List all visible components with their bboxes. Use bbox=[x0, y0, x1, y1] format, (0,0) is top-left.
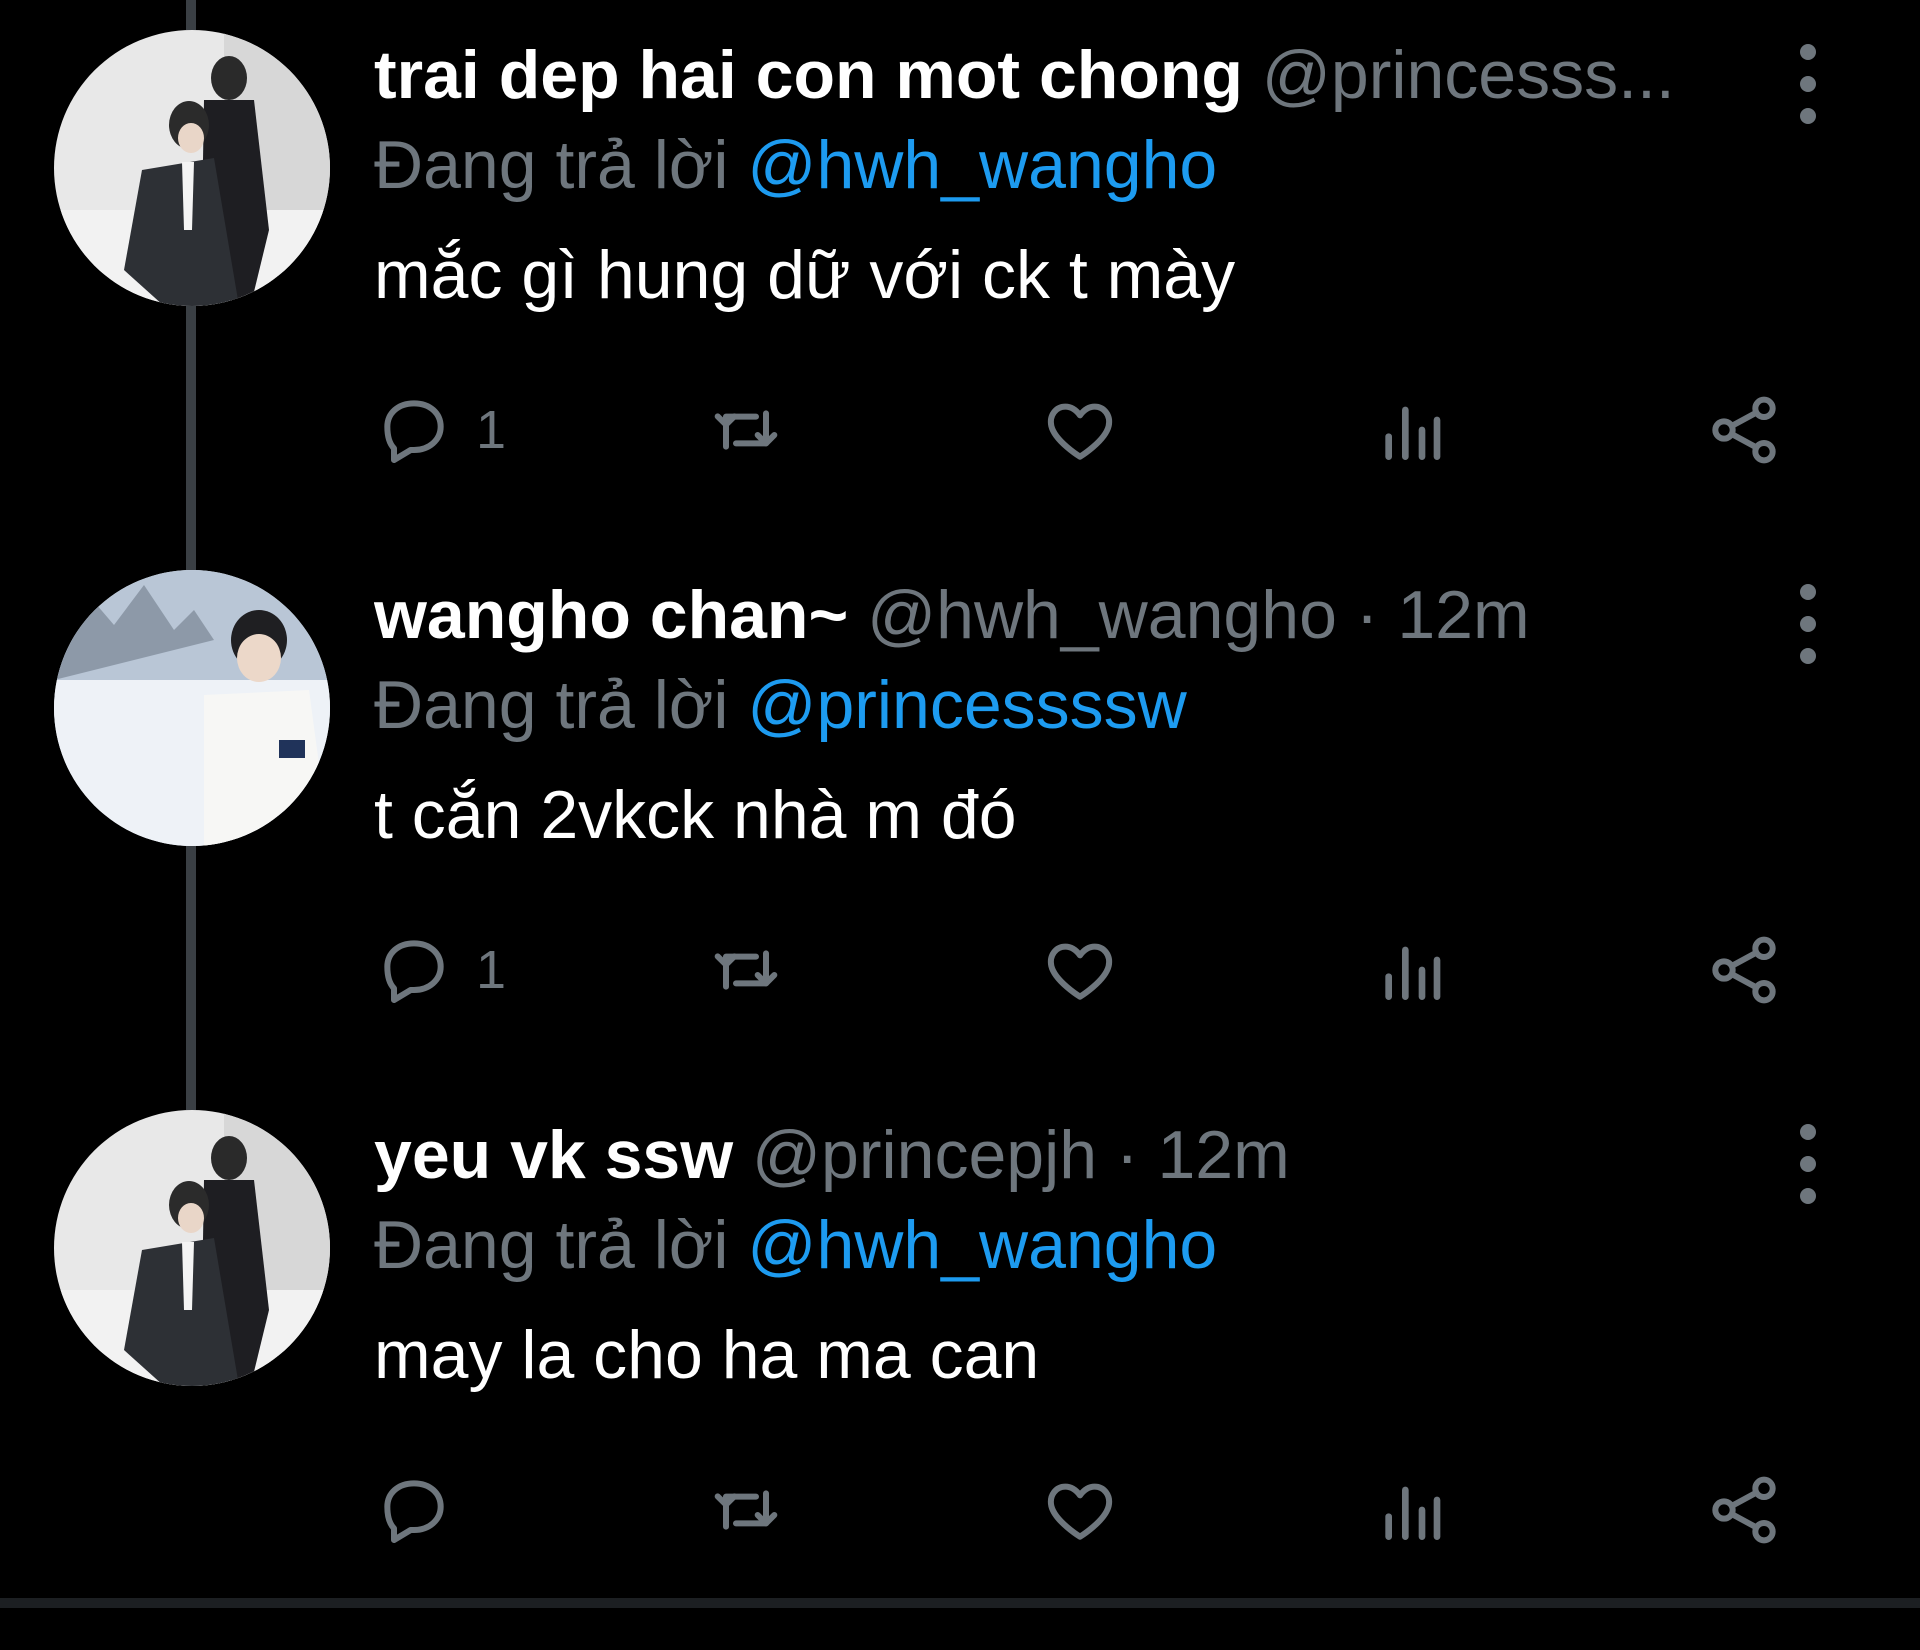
tweet-actions: 1 bbox=[374, 380, 1794, 480]
replying-to-handle[interactable]: @princessssw bbox=[747, 667, 1186, 743]
retweet-icon bbox=[714, 1490, 778, 1530]
reply-icon bbox=[384, 940, 444, 1003]
retweet-button[interactable] bbox=[706, 1460, 786, 1560]
tweet-header: yeu vk ssw @princepjh · 12m bbox=[374, 1110, 1740, 1200]
avatar[interactable] bbox=[54, 1110, 330, 1386]
replying-to-label: Đang trả lời bbox=[374, 667, 729, 743]
like-icon bbox=[1047, 943, 1113, 1000]
tweet-header: wangho chan~ @hwh_wangho · 12m bbox=[374, 570, 1740, 660]
tweet-text: t cắn 2vkck nhà m đó bbox=[374, 777, 1017, 853]
replying-to-handle[interactable]: @hwh_wangho bbox=[747, 127, 1217, 203]
like-icon bbox=[1047, 403, 1113, 460]
like-icon bbox=[1047, 1483, 1113, 1540]
reply-button[interactable]: 1 bbox=[374, 920, 506, 1020]
retweet-icon bbox=[714, 950, 778, 990]
handle[interactable]: @hwh_wangho bbox=[867, 577, 1337, 653]
replying-to-label: Đang trả lời bbox=[374, 127, 729, 203]
share-icon bbox=[1712, 1476, 1776, 1544]
thread-line-top bbox=[186, 0, 196, 30]
more-options-icon[interactable] bbox=[1780, 44, 1836, 124]
retweet-icon bbox=[714, 410, 778, 450]
tweet[interactable]: yeu vk ssw @princepjh · 12m Đang trả lời… bbox=[0, 1110, 1920, 1650]
replying-to-label: Đang trả lời bbox=[374, 1207, 729, 1283]
share-button[interactable] bbox=[1704, 1460, 1784, 1560]
replying-to: Đang trả lời @hwh_wangho bbox=[374, 120, 1217, 210]
retweet-button[interactable] bbox=[706, 380, 786, 480]
avatar[interactable] bbox=[54, 30, 330, 306]
views-icon bbox=[1385, 1486, 1441, 1540]
tweet[interactable]: wangho chan~ @hwh_wangho · 12m Đang trả … bbox=[0, 570, 1920, 1110]
bottom-divider bbox=[0, 1598, 1920, 1608]
views-button[interactable] bbox=[1372, 1460, 1452, 1560]
like-button[interactable] bbox=[1040, 1460, 1120, 1560]
replying-to-handle[interactable]: @hwh_wangho bbox=[747, 1207, 1217, 1283]
reply-count: 1 bbox=[476, 400, 507, 460]
display-name[interactable]: yeu vk ssw bbox=[374, 1117, 733, 1193]
separator-dot: · bbox=[1355, 577, 1379, 653]
avatar[interactable] bbox=[54, 570, 330, 846]
like-button[interactable] bbox=[1040, 380, 1120, 480]
reply-count: 1 bbox=[476, 940, 507, 1000]
replying-to: Đang trả lời @hwh_wangho bbox=[374, 1200, 1217, 1290]
timestamp[interactable]: 12m bbox=[1157, 1117, 1289, 1193]
tweet-actions: 1 bbox=[374, 920, 1794, 1020]
replying-to: Đang trả lời @princessssw bbox=[374, 660, 1187, 750]
tweet-header: trai dep hai con mot chong @princesss... bbox=[374, 30, 1740, 120]
views-button[interactable] bbox=[1372, 380, 1452, 480]
share-button[interactable] bbox=[1704, 920, 1784, 1020]
display-name[interactable]: wangho chan~ bbox=[374, 577, 848, 653]
tweet-text: may la cho ha ma can bbox=[374, 1317, 1040, 1393]
reply-button[interactable]: 1 bbox=[374, 380, 506, 480]
tweet-text: mắc gì hung dữ với ck t mày bbox=[374, 237, 1236, 313]
share-button[interactable] bbox=[1704, 380, 1784, 480]
display-name[interactable]: trai dep hai con mot chong bbox=[374, 37, 1243, 113]
views-button[interactable] bbox=[1372, 920, 1452, 1020]
handle[interactable]: @princesss... bbox=[1262, 37, 1675, 113]
reply-icon bbox=[384, 400, 444, 463]
more-options-icon[interactable] bbox=[1780, 584, 1836, 664]
reply-button[interactable] bbox=[374, 1460, 476, 1560]
like-button[interactable] bbox=[1040, 920, 1120, 1020]
reply-icon bbox=[384, 1480, 444, 1543]
views-icon bbox=[1385, 946, 1441, 1000]
tweet[interactable]: trai dep hai con mot chong @princesss...… bbox=[0, 30, 1920, 570]
share-icon bbox=[1712, 936, 1776, 1004]
retweet-button[interactable] bbox=[706, 920, 786, 1020]
views-icon bbox=[1385, 406, 1441, 460]
tweet-actions bbox=[374, 1460, 1794, 1560]
separator-dot: · bbox=[1115, 1117, 1139, 1193]
more-options-icon[interactable] bbox=[1780, 1124, 1836, 1204]
handle[interactable]: @princepjh bbox=[752, 1117, 1097, 1193]
share-icon bbox=[1712, 396, 1776, 464]
timestamp[interactable]: 12m bbox=[1397, 577, 1529, 653]
